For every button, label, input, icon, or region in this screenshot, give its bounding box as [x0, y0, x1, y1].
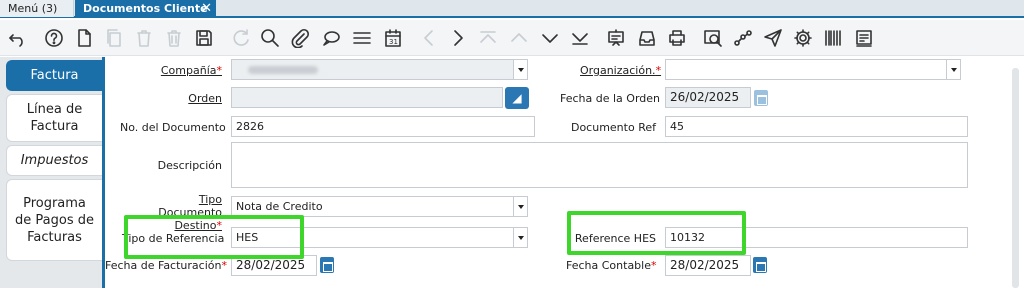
delete-icon[interactable] — [133, 27, 155, 49]
tipo-documento-destino-select[interactable]: Nota de Credito — [231, 196, 528, 217]
tab-documentos-cliente-label: Documentos Cliente — [83, 2, 208, 15]
print-icon[interactable] — [666, 27, 688, 49]
required-marker: * — [216, 64, 223, 77]
calendar-icon[interactable]: 31 — [382, 27, 404, 49]
report-icon[interactable] — [605, 27, 627, 49]
workflow-icon[interactable] — [732, 27, 754, 49]
delete-selected-icon[interactable] — [163, 27, 185, 49]
previous-record-icon[interactable] — [508, 27, 530, 49]
fecha-contable-label-text: Fecha Contable — [566, 259, 651, 272]
tab-documentos-cliente[interactable]: Documentos Cliente ✕ — [75, 0, 216, 17]
first-record-icon[interactable] — [477, 27, 499, 49]
last-record-icon[interactable] — [569, 27, 591, 49]
next-page-icon[interactable] — [447, 27, 469, 49]
close-icon[interactable]: ✕ — [201, 0, 212, 17]
required-marker: * — [221, 259, 227, 272]
link-icon: ◢ — [512, 91, 522, 105]
window-tab-strip: Menú (3) Documentos Cliente ✕ — [0, 0, 1024, 18]
calendar-icon[interactable] — [753, 257, 767, 273]
side-tab-factura[interactable]: Factura — [6, 60, 102, 91]
fecha-orden-label: Fecha de la Orden — [560, 92, 660, 105]
toolbar: 31 — [0, 20, 1024, 56]
undo-icon[interactable] — [7, 27, 29, 49]
process-icon[interactable] — [792, 27, 814, 49]
redacted-value — [248, 66, 318, 74]
tipo-documento-destino-value: Nota de Credito — [236, 200, 323, 213]
form-icon[interactable] — [853, 27, 875, 49]
archive-icon[interactable] — [636, 27, 658, 49]
send-icon[interactable] — [762, 27, 784, 49]
tab-menu[interactable]: Menú (3) — [0, 0, 74, 17]
required-marker: * — [651, 259, 657, 272]
new-icon[interactable] — [73, 27, 95, 49]
vertical-scrollbar[interactable] — [1012, 68, 1019, 288]
descripcion-textarea[interactable] — [231, 142, 968, 188]
save-icon[interactable] — [193, 27, 215, 49]
highlight-box-tipo-referencia — [124, 215, 304, 259]
compania-label[interactable]: Compañía* — [160, 64, 222, 77]
fecha-contable-label: Fecha Contable* — [566, 259, 657, 272]
side-tab-divider — [102, 57, 105, 288]
descripcion-label: Descripción — [157, 159, 222, 172]
orden-search-button[interactable]: ◢ — [505, 87, 529, 109]
side-tab-impuestos[interactable]: Impuestos — [6, 145, 102, 176]
side-tab-programa-de-pagos[interactable]: Programa de Pagos de Facturas — [6, 179, 102, 261]
organizacion-label-text: Organización. — [580, 64, 656, 77]
organizacion-label[interactable]: Organización.* — [580, 64, 661, 77]
find-icon[interactable] — [259, 27, 281, 49]
fecha-orden-field[interactable]: 26/02/2025 — [665, 87, 751, 108]
documento-ref-field[interactable]: 45 — [665, 116, 968, 137]
zoom-across-icon[interactable] — [702, 27, 724, 49]
attachment-icon[interactable] — [289, 27, 311, 49]
no-documento-label: No. del Documento — [120, 121, 226, 134]
copy-icon[interactable] — [103, 27, 125, 49]
chevron-down-icon[interactable] — [946, 60, 960, 79]
refresh-icon[interactable] — [230, 27, 252, 49]
chevron-down-icon[interactable] — [513, 228, 527, 247]
organizacion-select[interactable] — [665, 59, 961, 80]
calendar-icon[interactable] — [320, 257, 334, 273]
orden-field[interactable] — [231, 87, 503, 108]
calendar-icon[interactable] — [754, 90, 768, 106]
chevron-down-icon[interactable] — [513, 60, 527, 79]
compania-select[interactable] — [231, 59, 528, 80]
chevron-down-icon[interactable] — [513, 197, 527, 216]
next-record-icon[interactable] — [539, 27, 561, 49]
fecha-facturacion-label: Fecha de Facturación* — [105, 259, 227, 272]
fecha-facturacion-label-text: Fecha de Facturación — [105, 259, 222, 272]
svg-text:31: 31 — [389, 38, 398, 46]
help-icon[interactable] — [43, 27, 65, 49]
barcode-icon[interactable] — [822, 27, 844, 49]
compania-label-text: Compañía — [160, 64, 217, 77]
required-marker: * — [655, 64, 662, 77]
previous-page-icon[interactable] — [418, 27, 440, 49]
chat-icon[interactable] — [320, 27, 342, 49]
grid-toggle-icon[interactable] — [351, 27, 373, 49]
documento-ref-label: Documento Ref — [570, 121, 656, 134]
highlight-box-reference-hes — [567, 211, 746, 255]
fecha-contable-field[interactable]: 28/02/2025 — [665, 255, 751, 276]
side-tab-linea-de-factura[interactable]: Línea de Factura — [6, 94, 102, 142]
orden-label[interactable]: Orden — [180, 92, 222, 105]
no-documento-field[interactable]: 2826 — [231, 116, 535, 137]
